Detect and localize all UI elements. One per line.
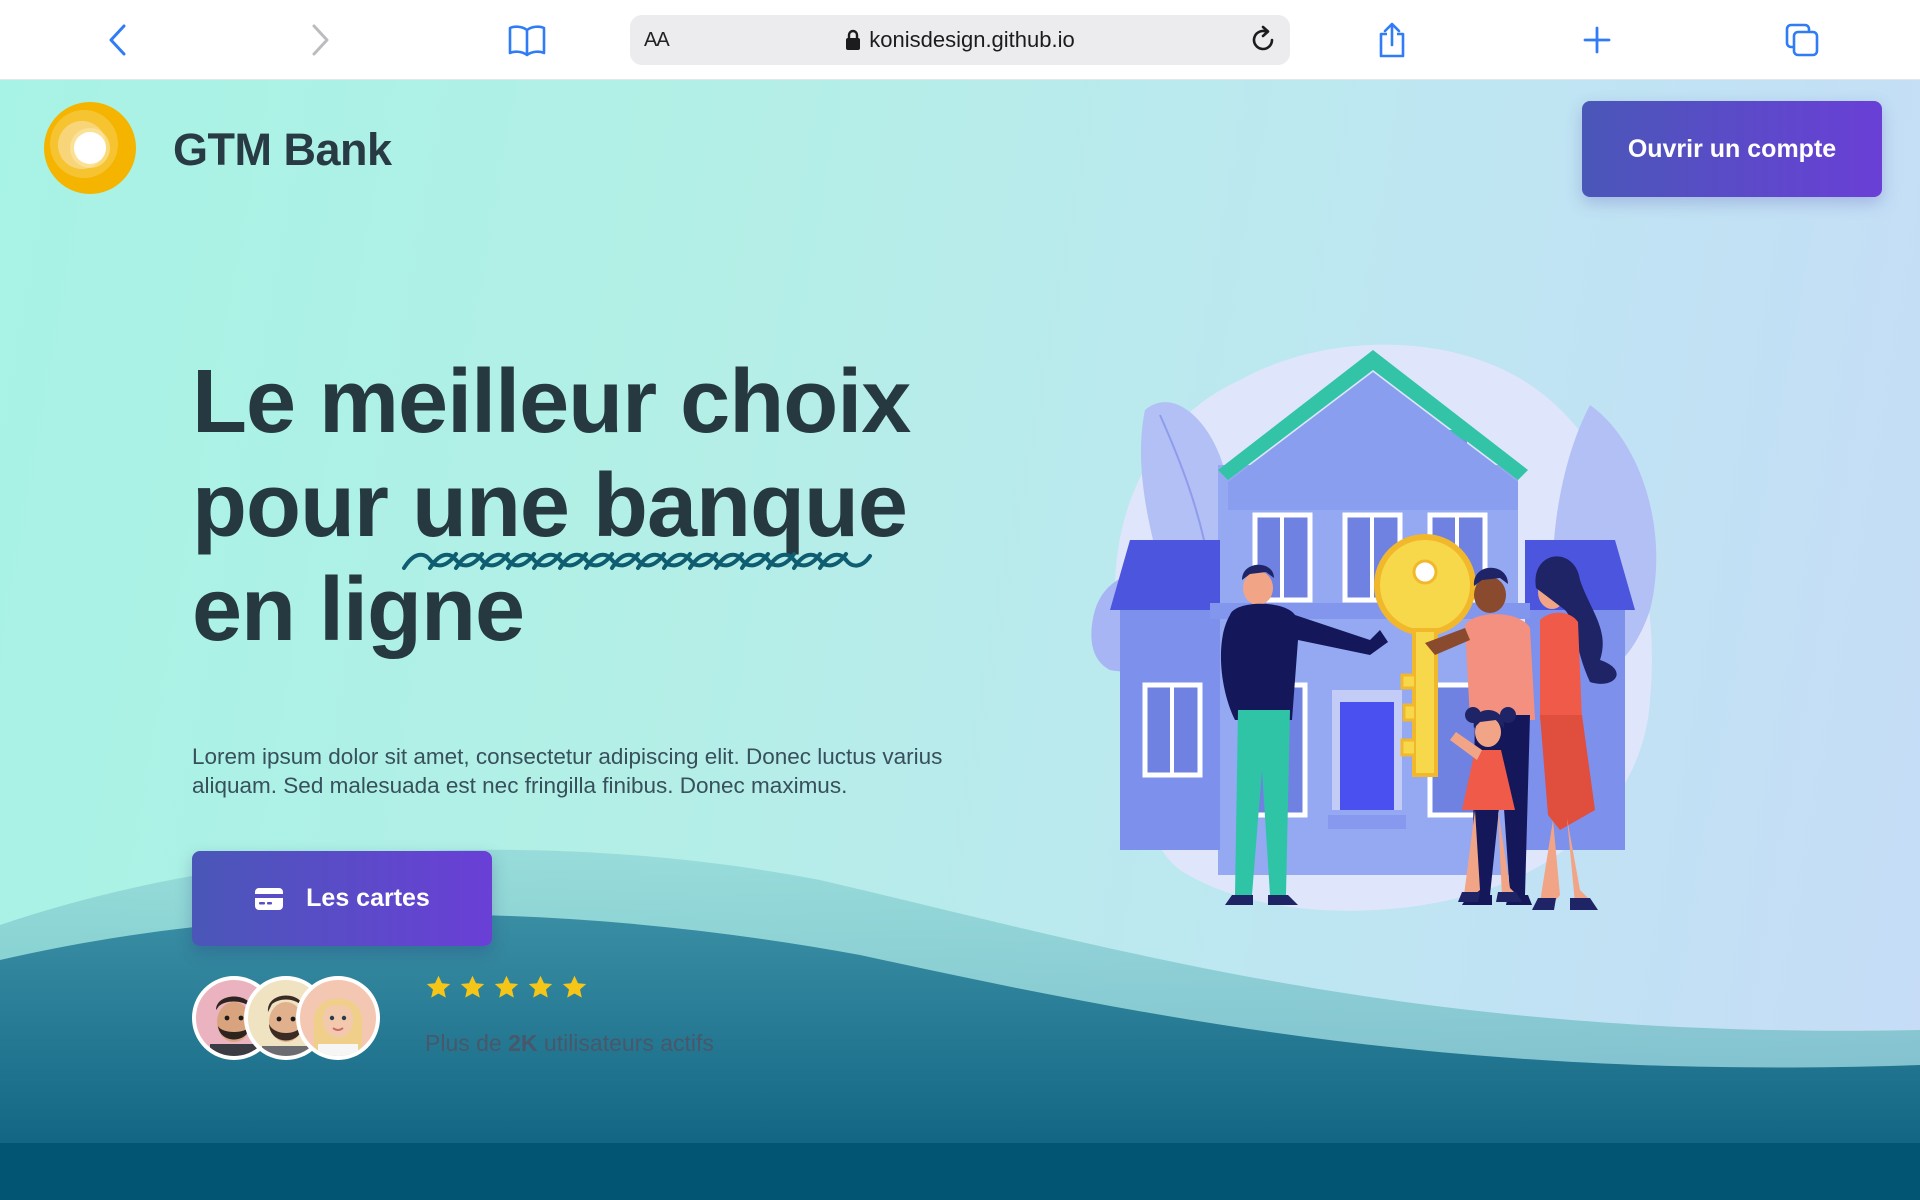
squiggle-underline [402,552,872,570]
star-icon [426,975,451,998]
headline-highlight: une banque [411,456,908,556]
address-bar[interactable]: AA konisdesign.github.io [630,15,1290,65]
headline-line-3: en ligne [192,560,525,660]
star-icon [562,975,587,998]
users-suffix: utilisateurs actifs [537,1030,714,1056]
active-users-text: Plus de 2K utilisateurs actifs [425,1030,714,1057]
tabs-icon [1785,23,1819,57]
url-text: konisdesign.github.io [869,27,1075,52]
chevron-right-icon [312,24,329,56]
headline-line-1: Le meilleur choix [192,352,911,452]
book-icon [508,25,546,57]
user-avatars [192,976,382,1060]
browser-toolbar: AA konisdesign.github.io [0,0,1920,80]
star-icon [494,975,519,998]
avatar [296,976,380,1060]
bookmarks-button[interactable] [505,18,549,62]
star-icon [528,975,553,998]
credit-card-icon [255,887,284,910]
rating-stars [425,974,588,1001]
users-count: 2K [508,1030,538,1056]
reload-icon [1252,25,1274,51]
share-button[interactable] [1370,18,1414,62]
cards-button[interactable]: Les cartes [192,851,492,946]
users-prefix: Plus de [425,1030,509,1056]
star-icon [460,975,485,998]
tabs-button[interactable] [1780,18,1824,62]
reload-button[interactable] [1248,25,1278,60]
lock-icon [846,29,861,50]
chevron-left-icon [109,24,126,56]
forward-button[interactable] [298,18,342,62]
brand-name: GTM Bank [173,124,392,175]
hero-description: Lorem ipsum dolor sit amet, consectetur … [192,744,943,798]
headline-line-2-start: pour [192,456,412,556]
share-icon [1379,22,1405,58]
url-display: konisdesign.github.io [630,27,1290,53]
brand-logo-icon [44,102,136,194]
hero-headline: Le meilleur choix pour une banque en lig… [192,350,911,662]
cards-button-label: Les cartes [306,884,430,912]
open-account-button[interactable]: Ouvrir un compte [1582,101,1882,197]
house-family-illustration [1091,344,1657,911]
back-button[interactable] [96,18,140,62]
plus-icon [1583,26,1611,54]
page-viewport: GTM Bank Ouvrir un compte Le meilleur ch… [0,80,1920,1200]
new-tab-button[interactable] [1575,18,1619,62]
